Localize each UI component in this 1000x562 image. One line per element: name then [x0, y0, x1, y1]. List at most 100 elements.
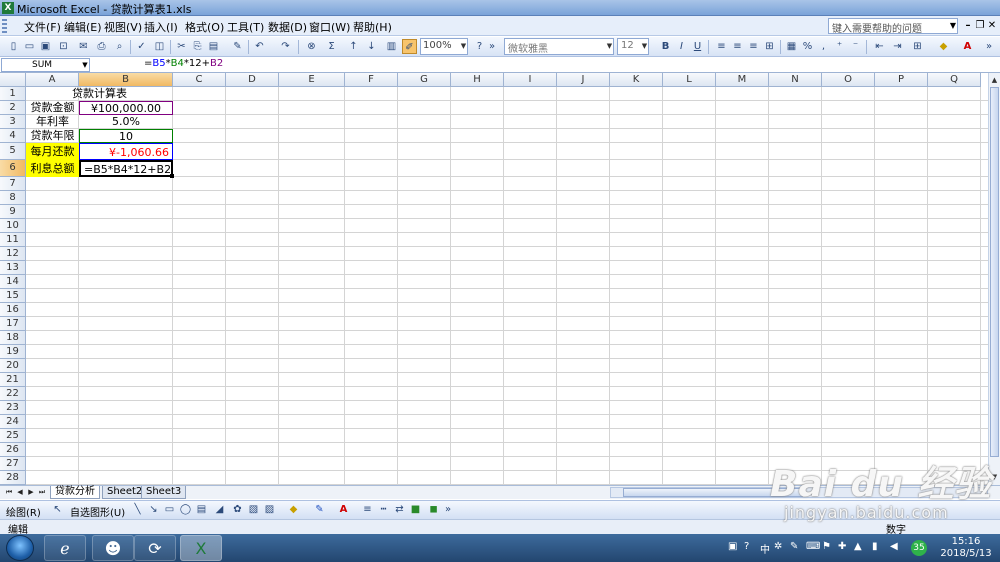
tray-app-icon[interactable]: ▣ — [728, 541, 737, 552]
tray-tool-icon[interactable]: ✎ — [790, 541, 798, 552]
row-header-10[interactable]: 10 — [0, 219, 26, 233]
formula-input[interactable]: =B5*B4*12+B2 — [144, 58, 223, 69]
line-color-icon[interactable]: ✎ — [312, 502, 327, 517]
redo-icon[interactable]: ↷ — [278, 39, 293, 54]
vertical-scrollbar[interactable]: ▲ ▼ — [988, 73, 1000, 485]
select-all-corner[interactable] — [0, 73, 26, 87]
save-icon[interactable]: ▣ — [38, 39, 53, 54]
borders-icon[interactable]: ⊞ — [910, 39, 925, 54]
row-header-1[interactable]: 1 — [0, 87, 26, 101]
row-header-4[interactable]: 4 — [0, 129, 26, 143]
row-header-13[interactable]: 13 — [0, 261, 26, 275]
tray-network-icon[interactable]: ▮ — [872, 541, 878, 552]
row-header-18[interactable]: 18 — [0, 331, 26, 345]
fill-handle[interactable] — [170, 174, 174, 178]
column-header-l[interactable]: L — [663, 73, 716, 87]
column-header-k[interactable]: K — [610, 73, 663, 87]
permission-icon[interactable]: ⊡ — [56, 39, 71, 54]
chart-wizard-icon[interactable]: ▥ — [384, 39, 399, 54]
drawing-toggle-icon[interactable]: ✐ — [402, 39, 417, 54]
print-preview-icon[interactable]: ⌕ — [112, 39, 127, 54]
bold-icon[interactable]: B — [658, 39, 673, 54]
3d-style-icon[interactable]: ◼ — [426, 502, 441, 517]
wordart-icon[interactable]: ◢ — [212, 502, 227, 517]
help-dropdown-icon[interactable]: ▼ — [948, 18, 958, 34]
menu-tools[interactable]: 工具(T) — [227, 19, 264, 35]
column-header-j[interactable]: J — [557, 73, 610, 87]
comma-style-icon[interactable]: , — [816, 39, 831, 54]
shadow-style-icon[interactable]: ■ — [408, 502, 423, 517]
column-header-p[interactable]: P — [875, 73, 928, 87]
undo-icon[interactable]: ↶ — [252, 39, 267, 54]
copy-icon[interactable]: ⎘ — [190, 39, 205, 54]
row-header-6[interactable]: 6 — [0, 160, 26, 177]
menu-window[interactable]: 窗口(W) — [309, 19, 350, 35]
row-header-8[interactable]: 8 — [0, 191, 26, 205]
close-icon[interactable]: ✕ — [986, 19, 998, 32]
excel-app-icon[interactable]: X — [2, 2, 14, 14]
font-color-icon[interactable]: A — [336, 502, 351, 517]
cut-icon[interactable]: ✂ — [174, 39, 189, 54]
scroll-up-icon[interactable]: ▲ — [990, 74, 999, 86]
column-header-o[interactable]: O — [822, 73, 875, 87]
fill-color-icon[interactable]: ◆ — [936, 39, 951, 54]
help-search-input[interactable]: 键入需要帮助的问题 — [828, 18, 958, 34]
row-header-28[interactable]: 28 — [0, 471, 26, 485]
font-color-icon[interactable]: A — [960, 39, 975, 54]
restore-icon[interactable]: ❐ — [974, 19, 986, 32]
align-right-icon[interactable]: ≡ — [746, 39, 761, 54]
row-header-26[interactable]: 26 — [0, 443, 26, 457]
arrow-style-icon[interactable]: ⇄ — [392, 502, 407, 517]
column-header-h[interactable]: H — [451, 73, 504, 87]
column-header-q[interactable]: Q — [928, 73, 981, 87]
sort-descending-icon[interactable]: ↓ — [364, 39, 379, 54]
toolbar-options-icon[interactable]: » — [488, 39, 496, 54]
name-box[interactable]: SUM — [1, 58, 90, 72]
tray-keyboard-icon[interactable]: ⌨ — [806, 541, 820, 552]
row-header-15[interactable]: 15 — [0, 289, 26, 303]
rectangle-icon[interactable]: ▭ — [162, 502, 177, 517]
chat-app-taskbar-icon[interactable]: ☻ — [92, 535, 134, 561]
draw-menu[interactable]: 绘图(R) — [6, 504, 41, 519]
tray-security-icon[interactable]: ✚ — [838, 541, 846, 552]
font-size-dropdown-icon[interactable]: ▼ — [640, 39, 649, 54]
vertical-scroll-thumb[interactable] — [990, 87, 999, 457]
menu-data[interactable]: 数据(D) — [268, 19, 307, 35]
row-header-22[interactable]: 22 — [0, 387, 26, 401]
row-header-24[interactable]: 24 — [0, 415, 26, 429]
column-header-d[interactable]: D — [226, 73, 279, 87]
currency-style-icon[interactable]: ▦ — [784, 39, 799, 54]
next-sheet-icon[interactable]: ▶ — [26, 487, 36, 498]
cell-a5[interactable]: 每月还款 — [26, 143, 79, 160]
ie-taskbar-icon[interactable]: ℯ — [44, 535, 86, 561]
picture-icon[interactable]: ▨ — [262, 502, 277, 517]
email-icon[interactable]: ✉ — [76, 39, 91, 54]
tray-badge[interactable]: 35 — [911, 540, 927, 556]
menu-file[interactable]: 文件(F) — [24, 19, 61, 35]
row-header-11[interactable]: 11 — [0, 233, 26, 247]
hyperlink-icon[interactable]: ⊗ — [304, 39, 319, 54]
menu-view[interactable]: 视图(V) — [104, 19, 142, 35]
row-header-19[interactable]: 19 — [0, 345, 26, 359]
line-style-icon[interactable]: ≡ — [360, 502, 375, 517]
cell-b5[interactable]: ¥-1,060.66 — [79, 143, 173, 160]
start-button[interactable] — [6, 535, 34, 561]
underline-icon[interactable]: U — [690, 39, 705, 54]
help-icon[interactable]: ? — [472, 39, 487, 54]
new-icon[interactable]: ▯ — [6, 39, 21, 54]
row-header-3[interactable]: 3 — [0, 115, 26, 129]
row-header-21[interactable]: 21 — [0, 373, 26, 387]
align-left-icon[interactable]: ≡ — [714, 39, 729, 54]
row-header-14[interactable]: 14 — [0, 275, 26, 289]
cell-a4[interactable]: 贷款年限 — [26, 129, 79, 143]
column-header-f[interactable]: F — [345, 73, 398, 87]
increase-indent-icon[interactable]: ⇥ — [890, 39, 905, 54]
tray-settings-icon[interactable]: ✲ — [774, 541, 782, 552]
cell-b2[interactable]: ¥100,000.00 — [79, 101, 173, 115]
line-icon[interactable]: ╲ — [130, 502, 145, 517]
oval-icon[interactable]: ◯ — [178, 502, 193, 517]
row-header-25[interactable]: 25 — [0, 429, 26, 443]
row-header-23[interactable]: 23 — [0, 401, 26, 415]
taskbar-clock[interactable]: 15:16 2018/5/13 — [936, 536, 996, 560]
row-header-9[interactable]: 9 — [0, 205, 26, 219]
